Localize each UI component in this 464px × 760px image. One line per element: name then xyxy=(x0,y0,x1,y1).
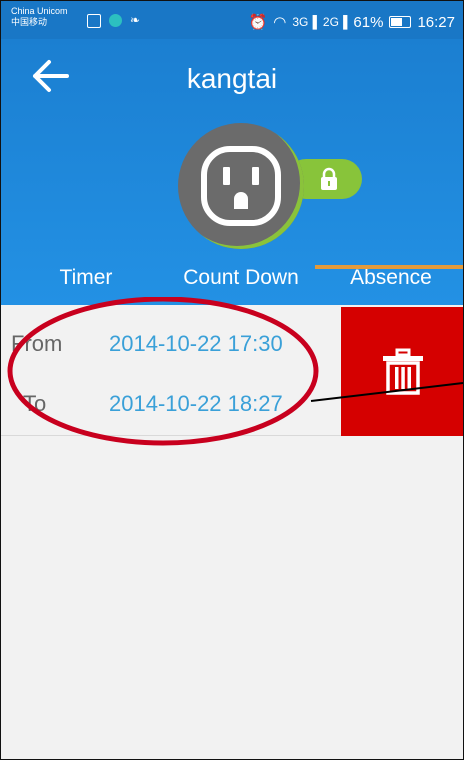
app-notification-icon xyxy=(109,14,122,27)
power-socket-icon xyxy=(201,146,281,226)
status-icons: ⏰ ◠ 3G▐ 2G▐ 61% 16:27 xyxy=(248,13,455,32)
trash-icon xyxy=(383,348,423,395)
signal-icon: 3G▐ xyxy=(292,15,317,29)
delete-button[interactable] xyxy=(341,307,463,436)
carrier-name: China Unicom xyxy=(11,6,68,16)
carrier-name-secondary: 中国移动 xyxy=(11,17,48,27)
app-screen: China Unicom 中国移动 ❧ ⏰ ◠ 3G▐ 2G▐ 61% 16:2… xyxy=(0,0,464,760)
lock-icon xyxy=(321,167,337,190)
carrier-info: China Unicom 中国移动 xyxy=(11,6,68,28)
battery-percent: 61% xyxy=(353,13,384,31)
from-label: From xyxy=(11,331,63,356)
page-title: kangtai xyxy=(186,63,278,94)
gallery-icon xyxy=(87,14,101,28)
clock-time: 16:27 xyxy=(417,13,455,31)
alarm-icon: ⏰ xyxy=(248,14,268,31)
tab-bar: Timer Count Down Absence xyxy=(1,265,463,305)
tab-timer[interactable]: Timer xyxy=(21,265,151,305)
wifi-icon: ◠ xyxy=(273,14,287,31)
selected-tab-indicator xyxy=(315,265,463,269)
to-label: To xyxy=(23,391,47,416)
to-value: 2014-10-22 18:27 xyxy=(109,391,283,416)
wechat-icon: ❧ xyxy=(130,13,141,27)
tab-absence[interactable]: Absence xyxy=(319,265,463,305)
battery-icon xyxy=(389,16,412,28)
signal-icon-2: 2G▐ xyxy=(322,15,348,29)
status-bar: China Unicom 中国移动 ❧ ⏰ ◠ 3G▐ 2G▐ 61% 16:2… xyxy=(1,1,463,39)
notification-icons: ❧ xyxy=(87,14,140,28)
tab-count-down[interactable]: Count Down xyxy=(161,265,321,305)
from-value: 2014-10-22 17:30 xyxy=(109,331,283,356)
